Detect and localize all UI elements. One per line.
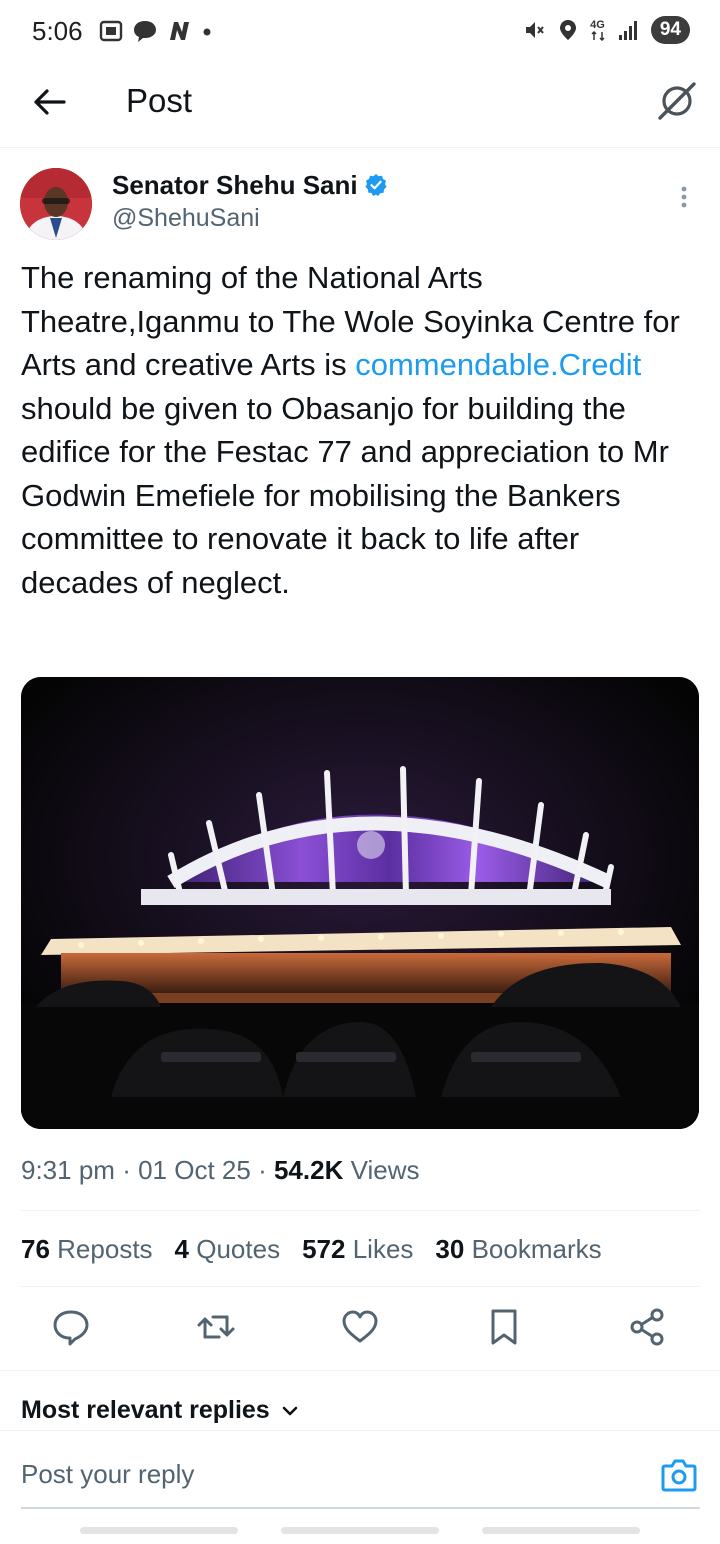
tweet-text-part2: should be given to Obasanjo for building… [21,390,669,600]
network-4g-icon: 4G [590,18,605,41]
avatar[interactable] [20,168,92,240]
camera-icon[interactable] [660,1457,698,1493]
divider [21,1286,700,1287]
replies-sort-dropdown[interactable]: Most relevant replies [21,1396,300,1425]
grok-icon[interactable] [656,80,698,122]
page-title: Post [126,82,193,119]
stat-bookmarks[interactable]: 30 Bookmarks [435,1234,601,1265]
chevron-down-icon [282,1406,298,1415]
dot-icon [203,28,211,36]
divider [21,1210,700,1211]
action-bar [0,1305,720,1355]
signal-icon [618,21,637,40]
tweet-text: The renaming of the National Arts Theatr… [21,256,691,604]
tweet-link[interactable]: commendable.Credit [355,347,641,382]
views-count[interactable]: 54.2K [274,1155,343,1185]
vibrate-icon [526,22,544,38]
status-time: 5:06 [32,16,83,46]
share-icon[interactable] [626,1305,670,1349]
verified-badge-icon [365,174,387,196]
nav-hint [80,1527,238,1534]
replies-sort-label: Most relevant replies [21,1396,270,1424]
reply-icon[interactable] [49,1305,93,1349]
nav-hint [482,1527,640,1534]
network-label: 4G [590,18,605,31]
views-label: Views [350,1155,420,1185]
stat-likes[interactable]: 572 Likes [302,1234,413,1265]
author-name[interactable]: Senator Shehu Sani [112,170,388,201]
author-name-text: Senator Shehu Sani [112,170,358,200]
repost-icon[interactable] [194,1305,238,1349]
bookmark-icon[interactable] [482,1305,526,1349]
reply-underline [21,1507,700,1509]
n-app-icon [170,22,189,40]
status-left-icons [98,18,214,44]
stat-quotes[interactable]: 4 Quotes [175,1234,281,1265]
battery-indicator: 94 [650,16,690,44]
tweet-date: 01 Oct 25 [138,1155,251,1185]
nav-hint [281,1527,439,1534]
divider [0,1370,720,1371]
like-icon[interactable] [338,1305,382,1349]
app-header: Post [0,64,720,148]
chat-bubble-icon [134,21,156,42]
tweet-meta: 9:31 pm · 01 Oct 25 · 54.2K Views [21,1155,419,1186]
more-options-icon[interactable] [674,184,694,210]
meta-separator: · [122,1155,131,1185]
bottom-nav-hints [0,1524,720,1534]
screenshot-icon [99,20,123,42]
tweet-image[interactable] [21,677,699,1129]
tweet-time: 9:31 pm [21,1155,115,1185]
back-button[interactable] [30,82,70,122]
meta-separator: · [258,1155,267,1185]
author-handle[interactable]: @ShehuSani [112,204,260,233]
reply-composer: Post your reply [0,1430,720,1510]
stat-reposts[interactable]: 76 Reposts [21,1234,153,1265]
reply-input[interactable]: Post your reply [21,1459,194,1490]
status-right-icons: 4G 94 [522,16,690,44]
status-bar: 5:06 4G 94 [0,0,720,64]
location-icon [560,20,577,40]
engagement-stats: 76 Reposts 4 Quotes 572 Likes 30 Bookmar… [21,1234,602,1265]
